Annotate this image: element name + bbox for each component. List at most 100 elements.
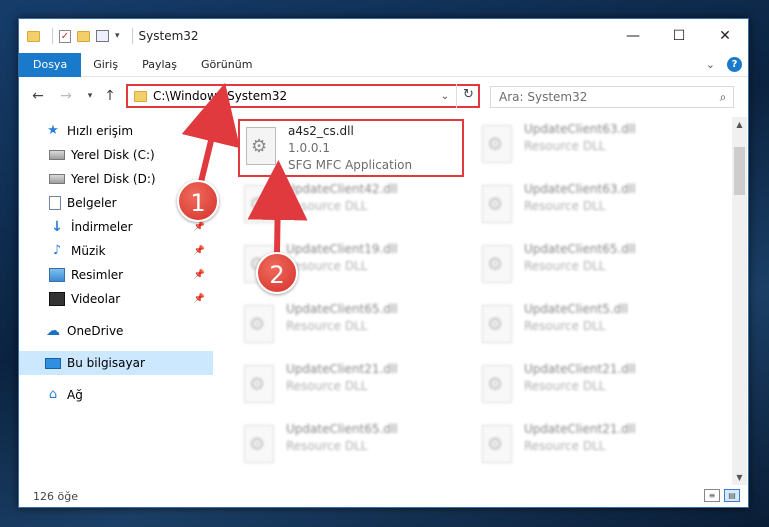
address-bar[interactable]: C:\Windows\System32 ⌄ [126, 84, 480, 108]
dll-file-icon: ⚙ [244, 365, 274, 403]
dll-file-icon: ⚙ [482, 305, 512, 343]
sidebar-item-drive-c[interactable]: Yerel Disk (C:) [19, 143, 213, 167]
window-controls: — ☐ ✕ [610, 19, 748, 53]
file-name: UpdateClient21.dll [524, 362, 636, 376]
step-2-badge: 2 [256, 252, 298, 294]
step-1-badge: 1 [177, 180, 219, 222]
scroll-up-icon[interactable]: ▲ [732, 117, 747, 132]
pin-icon[interactable]: 📌 [194, 270, 205, 280]
list-item[interactable]: ⚙ UpdateClient21.dll Resource DLL [476, 359, 702, 417]
sidebar-item-videos[interactable]: Videolar 📌 [19, 287, 213, 311]
sidebar-item-pictures[interactable]: Resimler 📌 [19, 263, 213, 287]
vertical-scrollbar[interactable]: ▲ ▼ [732, 117, 747, 485]
cloud-icon: ☁ [46, 323, 60, 339]
file-description: Resource DLL [524, 139, 606, 153]
file-name: UpdateClient65.dll [524, 242, 636, 256]
list-item[interactable]: ⚙ UpdateClient63.dll Resource DLL [476, 179, 702, 237]
scroll-down-icon[interactable]: ▼ [732, 470, 747, 485]
scrollbar-thumb[interactable] [734, 147, 745, 195]
file-item-highlighted[interactable]: ⚙ a4s2_cs.dll 1.0.0.1 SFG MFC Applicatio… [238, 119, 464, 177]
title-bar: ✓ ▾ System32 — ☐ ✕ [19, 19, 748, 53]
list-item[interactable]: ⚙ UpdateClient21.dll Resource DLL [238, 359, 464, 417]
file-description: Resource DLL [524, 259, 606, 273]
chevron-down-icon[interactable]: ⌄ [436, 91, 454, 102]
sidebar-item-label: Yerel Disk (C:) [71, 148, 155, 162]
download-icon: ↓ [51, 219, 63, 235]
recent-locations-icon[interactable]: ▾ [79, 85, 101, 107]
sidebar-item-label: Belgeler [67, 196, 117, 210]
customize-toolbar-icon[interactable]: ▾ [115, 31, 120, 41]
sidebar-item-label: Resimler [71, 268, 124, 282]
search-placeholder: Ara: System32 [499, 90, 588, 104]
list-item[interactable]: ⚙ UpdateClient65.dll Resource DLL [238, 299, 464, 357]
network-icon: ⌂ [48, 387, 58, 402]
details-view-icon[interactable]: ≡ [704, 489, 720, 502]
list-item[interactable]: ⚙ UpdateClient65.dll Resource DLL [476, 239, 702, 297]
list-item[interactable]: ⚙ UpdateClient21.dll Resource DLL [476, 419, 702, 477]
file-name: UpdateClient19.dll [286, 242, 398, 256]
list-item[interactable]: ⚙ UpdateClient65.dll Resource DLL [238, 419, 464, 477]
file-description: Resource DLL [524, 439, 606, 453]
file-explorer-window: ✓ ▾ System32 — ☐ ✕ Dosya Giriş Paylaş Gö… [18, 18, 749, 508]
minimize-button[interactable]: — [610, 19, 656, 53]
dll-file-icon: ⚙ [482, 425, 512, 463]
help-icon[interactable]: ? [727, 57, 742, 72]
file-name: UpdateClient63.dll [524, 182, 636, 196]
item-count: 126 öğe [33, 489, 78, 503]
sidebar-item-quick-access[interactable]: ★ Hızlı erişim [19, 119, 213, 143]
tab-share[interactable]: Paylaş [130, 53, 189, 77]
properties-check-icon[interactable]: ✓ [59, 29, 71, 43]
file-version: 1.0.0.1 [288, 141, 330, 155]
tab-home[interactable]: Giriş [81, 53, 130, 77]
up-arrow-icon[interactable]: ↑ [99, 85, 121, 107]
window-title: System32 [138, 29, 199, 43]
file-list: ⚙ a4s2_cs.dll 1.0.0.1 SFG MFC Applicatio… [224, 117, 729, 477]
back-arrow-icon[interactable]: ← [27, 85, 49, 107]
sidebar-item-label: Müzik [71, 244, 106, 258]
sidebar-item-this-pc[interactable]: Bu bilgisayar [19, 351, 213, 375]
dll-file-icon: ⚙ [482, 125, 512, 163]
file-name: a4s2_cs.dll [288, 124, 354, 138]
list-item[interactable]: ⚙ UpdateClient5.dll Resource DLL [476, 299, 702, 357]
search-icon[interactable]: ⌕ [713, 90, 733, 105]
sidebar-item-label: Yerel Disk (D:) [71, 172, 156, 186]
new-folder-icon[interactable] [77, 30, 90, 42]
forward-arrow-icon[interactable]: → [55, 85, 77, 107]
file-description: Resource DLL [524, 379, 606, 393]
properties-icon[interactable] [96, 30, 109, 42]
file-name: UpdateClient21.dll [524, 422, 636, 436]
dll-file-icon: ⚙ [244, 305, 274, 343]
expand-ribbon-icon[interactable]: ⌄ [706, 58, 715, 71]
address-path[interactable]: C:\Windows\System32 [153, 89, 436, 103]
file-name: UpdateClient63.dll [524, 122, 636, 136]
pictures-icon [49, 268, 65, 282]
computer-icon [45, 357, 61, 369]
tab-file[interactable]: Dosya [19, 52, 82, 77]
list-item[interactable]: ⚙ UpdateClient63.dll Resource DLL [476, 119, 702, 177]
sidebar-item-network[interactable]: ⌂ Ağ [19, 383, 213, 407]
pin-icon[interactable]: 📌 [194, 294, 205, 304]
sidebar-item-downloads[interactable]: ↓ İndirmeler 📌 [19, 215, 213, 239]
file-description: SFG MFC Application [288, 158, 413, 172]
sidebar-item-onedrive[interactable]: ☁ OneDrive [19, 319, 213, 343]
refresh-icon[interactable]: ↻ [456, 84, 480, 108]
dll-file-icon: ⚙ [246, 127, 276, 165]
maximize-button[interactable]: ☐ [656, 19, 702, 53]
search-input[interactable]: Ara: System32 ⌕ [490, 86, 734, 108]
pin-icon[interactable]: 📌 [194, 246, 205, 256]
file-description: Resource DLL [524, 199, 606, 213]
dll-file-icon: ⚙ [244, 425, 274, 463]
pin-icon[interactable]: 📌 [194, 222, 205, 232]
tab-view[interactable]: Görünüm [189, 53, 264, 77]
address-row: ← → ▾ ↑ C:\Windows\System32 ⌄ ↻ Ara: Sys… [19, 81, 748, 111]
sidebar-item-music[interactable]: ♪ Müzik 📌 [19, 239, 213, 263]
tiles-view-icon[interactable]: ▤ [724, 489, 740, 502]
file-name: UpdateClient65.dll [286, 302, 398, 316]
file-name: UpdateClient42.dll [286, 182, 398, 196]
file-name: UpdateClient21.dll [286, 362, 398, 376]
list-item[interactable]: ⚙ UpdateClient42.dll Resource DLL [238, 179, 464, 237]
file-description: Resource DLL [286, 259, 368, 273]
file-name: UpdateClient5.dll [524, 302, 628, 316]
divider [52, 28, 53, 44]
close-button[interactable]: ✕ [702, 19, 748, 53]
